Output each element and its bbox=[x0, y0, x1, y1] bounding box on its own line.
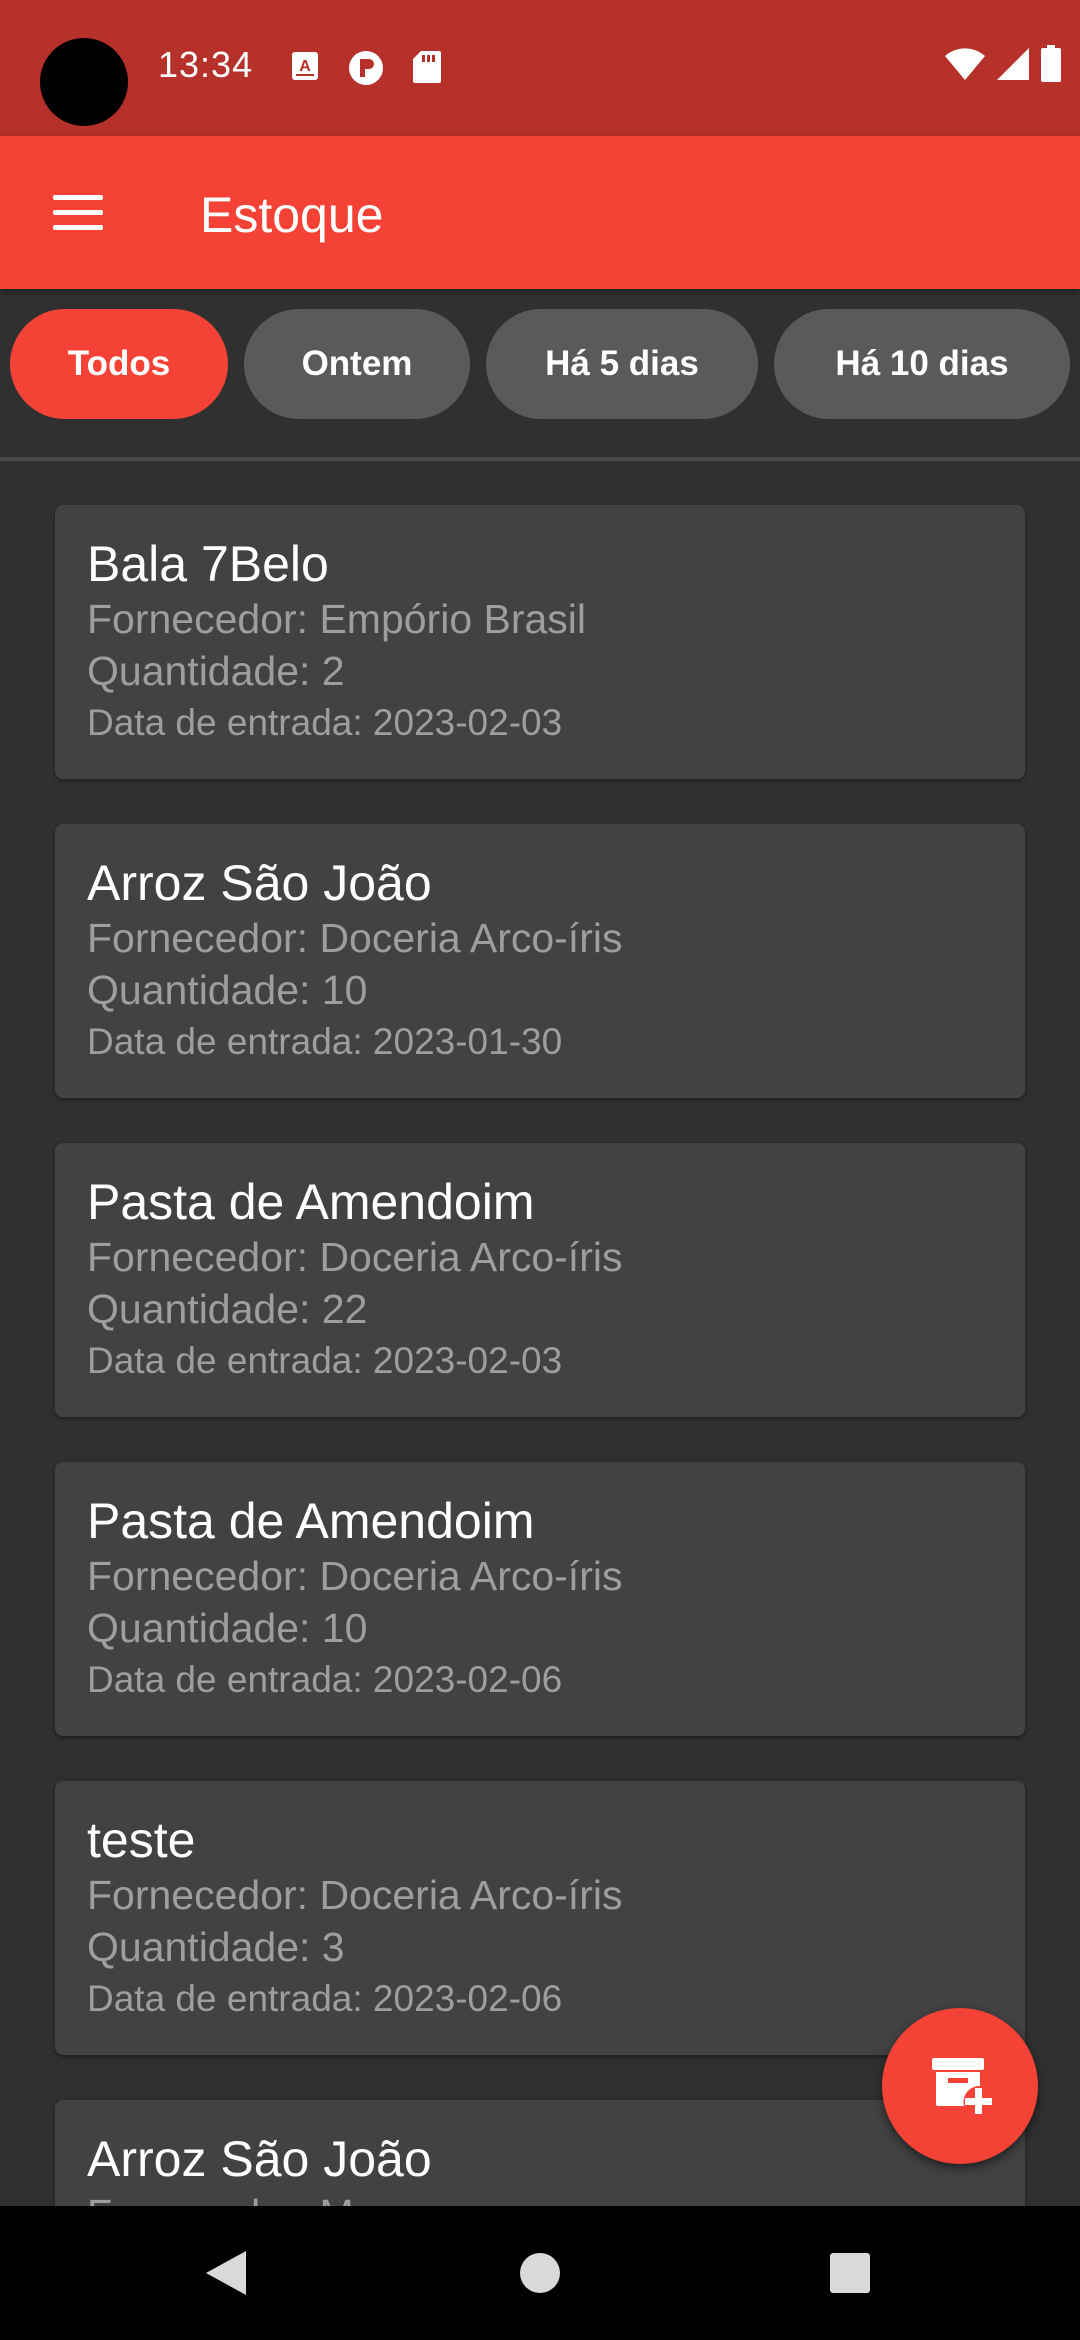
stock-item-card[interactable]: Bala 7Belo Fornecedor: Empório Brasil Qu… bbox=[55, 505, 1025, 779]
item-supplier: Fornecedor: Doceria Arco-íris bbox=[87, 1234, 623, 1280]
item-name: Pasta de Amendoim bbox=[87, 1174, 535, 1230]
stock-item-card[interactable]: Pasta de Amendoim Fornecedor: Doceria Ar… bbox=[55, 1143, 1025, 1417]
filter-chip-row: Todos Ontem Há 5 dias Há 10 dias bbox=[0, 309, 1080, 419]
item-quantity: Quantidade: 2 bbox=[87, 648, 345, 694]
system-status-icons bbox=[944, 44, 1062, 88]
item-name: Bala 7Belo bbox=[87, 536, 329, 592]
status-bar: 13:34 A bbox=[0, 0, 1080, 136]
back-triangle-icon[interactable] bbox=[166, 2206, 286, 2340]
item-supplier: Fornecedor: M bbox=[87, 2188, 993, 2206]
item-name: Arroz São João bbox=[87, 2131, 432, 2187]
item-date: Data de entrada: 2023-01-30 bbox=[87, 1021, 563, 1062]
stock-item-card[interactable]: Arroz São João Fornecedor: Doceria Arco-… bbox=[55, 824, 1025, 1098]
item-supplier: Fornecedor: Doceria Arco-íris bbox=[87, 1872, 623, 1918]
a-box-icon: A bbox=[290, 50, 320, 87]
item-supplier: Fornecedor: Empório Brasil bbox=[87, 596, 587, 642]
item-quantity: Quantidade: 22 bbox=[87, 1286, 368, 1332]
item-name: Arroz São João bbox=[87, 855, 432, 911]
item-supplier: Fornecedor: Doceria Arco-íris bbox=[87, 915, 623, 961]
status-clock: 13:34 bbox=[158, 44, 254, 85]
item-quantity: Quantidade: 3 bbox=[87, 1924, 345, 1970]
stock-list[interactable]: Bala 7Belo Fornecedor: Empório Brasil Qu… bbox=[0, 461, 1080, 2206]
item-date: Data de entrada: 2023-02-03 bbox=[87, 1340, 563, 1381]
add-stock-fab[interactable] bbox=[882, 2008, 1038, 2164]
wifi-icon bbox=[944, 47, 986, 86]
page-title: Estoque bbox=[200, 187, 384, 243]
system-nav-bar bbox=[0, 2206, 1080, 2340]
signal-icon bbox=[996, 47, 1030, 86]
item-date: Data de entrada: 2023-02-06 bbox=[87, 1659, 563, 1700]
filter-chip-5-dias[interactable]: Há 5 dias bbox=[486, 309, 758, 419]
filter-chip-10-dias[interactable]: Há 10 dias bbox=[774, 309, 1070, 419]
home-circle-icon[interactable] bbox=[480, 2206, 600, 2340]
item-supplier: Fornecedor: Doceria Arco-íris bbox=[87, 1553, 623, 1599]
svg-text:A: A bbox=[299, 58, 311, 75]
stock-item-card[interactable]: Arroz São João Fornecedor: M bbox=[55, 2100, 1025, 2206]
camera-cutout bbox=[40, 38, 128, 126]
item-date: Data de entrada: 2023-02-06 bbox=[87, 1978, 563, 2019]
p-circle-icon bbox=[348, 50, 384, 91]
filter-chip-ontem[interactable]: Ontem bbox=[244, 309, 470, 419]
item-date: Data de entrada: 2023-02-03 bbox=[87, 702, 563, 743]
filter-chip-todos[interactable]: Todos bbox=[10, 309, 228, 419]
stock-item-card[interactable]: Pasta de Amendoim Fornecedor: Doceria Ar… bbox=[55, 1462, 1025, 1736]
item-quantity: Quantidade: 10 bbox=[87, 967, 368, 1013]
item-name: Pasta de Amendoim bbox=[87, 1493, 535, 1549]
item-quantity: Quantidade: 10 bbox=[87, 1605, 368, 1651]
stock-item-card[interactable]: teste Fornecedor: Doceria Arco-íris Quan… bbox=[55, 1781, 1025, 2055]
battery-icon bbox=[1040, 44, 1062, 88]
recents-square-icon[interactable] bbox=[790, 2206, 910, 2340]
add-to-archive-icon bbox=[924, 2048, 996, 2125]
app-bar: Estoque bbox=[0, 136, 1080, 289]
hamburger-menu-icon[interactable] bbox=[26, 172, 130, 252]
item-name: teste bbox=[87, 1812, 196, 1868]
sd-card-icon bbox=[412, 50, 442, 89]
